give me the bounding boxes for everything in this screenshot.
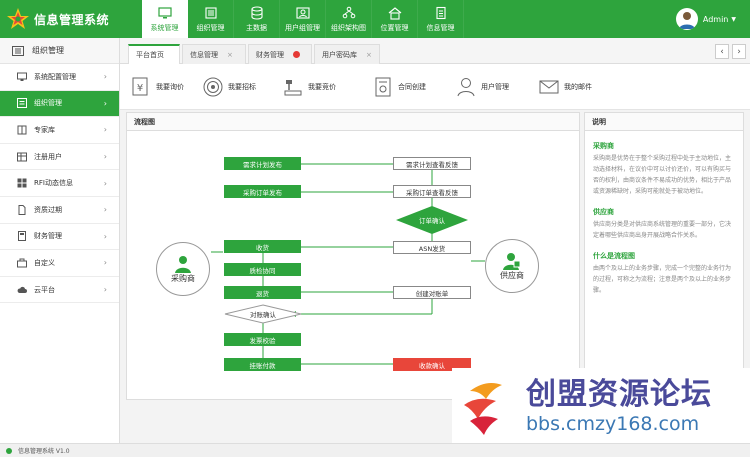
help-text: 供应商分类是对供应商系统管理的重要一部分，它决定着哪些供应商出身开展战略合作关系…: [593, 221, 732, 239]
node-return[interactable]: 退货: [224, 286, 301, 299]
node-req-view[interactable]: 需求计划查看反馈: [393, 157, 471, 170]
username: Admin: [702, 14, 729, 24]
node-payment[interactable]: 挂账付款: [224, 358, 301, 371]
watermark-logo-icon: [464, 382, 502, 435]
user-menu[interactable]: Admin ▼: [675, 8, 736, 30]
help-heading: 采购商: [593, 142, 614, 150]
node-quality[interactable]: 质检协同: [224, 263, 301, 276]
node-req-publish[interactable]: 需求计划发布: [224, 157, 301, 170]
person-icon: [503, 252, 521, 270]
help-heading: 供应商: [593, 208, 614, 216]
tab-scroll-right-button[interactable]: ›: [732, 44, 746, 59]
status-bar: 信息管理系统 V1.0: [0, 443, 750, 457]
help-content: 采购商 采购商是优势在于整个采购过程中处于主动地位，主动选择材料，在议价中可以讨…: [585, 131, 743, 302]
node-po-confirm[interactable]: 订单确认: [396, 213, 468, 227]
flowchart: 需求计划发布 需求计划查看反馈 采购订单发布 采购订单查看反馈 订单确认 ASN…: [1, 1, 581, 401]
footer-text: 信息管理系统 V1.0: [18, 448, 70, 455]
help-panel: 说明 采购商 采购商是优势在于整个采购过程中处于主动地位，主动选择材料，在议价中…: [584, 112, 744, 400]
node-po-view[interactable]: 采购订单查看反馈: [393, 185, 471, 198]
supplier-actor[interactable]: 供应商: [485, 239, 539, 293]
watermark-url: bbs.cmzy168.com: [526, 412, 700, 435]
node-receive[interactable]: 收货: [224, 240, 301, 253]
watermark: 创盟资源论坛 bbs.cmzy168.com: [452, 368, 750, 443]
avatar: [675, 8, 698, 30]
buyer-label: 采购商: [171, 273, 195, 283]
help-text: 采购商是优势在于整个采购过程中处于主动地位，主动选择材料，在议价中可以讨价还价，…: [593, 155, 732, 195]
node-create-bill[interactable]: 创建对账单: [393, 286, 471, 299]
status-indicator: [6, 447, 12, 454]
node-po-publish[interactable]: 采购订单发布: [224, 185, 301, 198]
avatar-icon: [678, 12, 695, 29]
help-text: 由两个及以上的业务步骤，完成一个完整的业务行为的过程，可称之为流程；注意是两个及…: [593, 265, 732, 294]
flowchart-panel: 流程图 需求计划发布 需求计划查看反馈 采购订单发布 采购订单查看反馈 订单确认…: [126, 112, 580, 400]
buyer-actor[interactable]: 采购商: [156, 242, 210, 296]
supplier-label: 供应商: [500, 270, 524, 280]
chevron-down-icon: ▼: [731, 15, 736, 23]
node-invoice[interactable]: 发票校验: [224, 333, 301, 346]
node-asn[interactable]: ASN发货: [393, 241, 471, 254]
help-title: 说明: [585, 113, 743, 131]
person-icon: [175, 255, 191, 273]
node-reconcile[interactable]: 对账确认: [225, 307, 301, 321]
help-heading: 什么是流程图: [593, 252, 635, 260]
tab-scroll-left-button[interactable]: ‹: [715, 44, 729, 59]
watermark-title: 创盟资源论坛: [526, 376, 712, 412]
